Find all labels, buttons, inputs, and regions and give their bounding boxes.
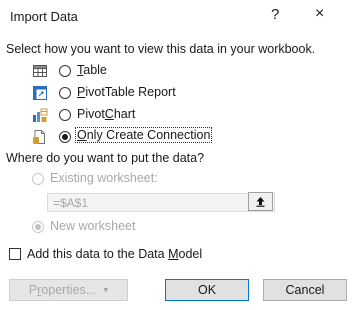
existing-worksheet-label: Existing worksheet:	[50, 171, 158, 185]
properties-post: operties...	[41, 283, 97, 297]
option-table-post: able	[83, 63, 107, 77]
option-pivottable-post: ivotTable Report	[85, 85, 176, 99]
table-icon	[32, 63, 48, 79]
data-model-accel: M	[168, 247, 179, 261]
radio-existing-worksheet[interactable]	[32, 173, 44, 185]
data-model-pre: Add this data to the Data	[27, 247, 169, 261]
chevron-down-icon: ▾	[103, 284, 109, 296]
import-data-dialog: Import Data ? × Select how you want to v…	[0, 0, 356, 310]
option-pivotchart-pre: Pivot	[77, 107, 105, 121]
dialog-title: Import Data	[10, 9, 78, 24]
radio-new-worksheet[interactable]	[32, 221, 44, 233]
pivottable-icon	[32, 85, 48, 101]
option-pivotchart-post: hart	[113, 107, 136, 121]
upload-arrow-icon	[256, 197, 265, 207]
cancel-button[interactable]: Cancel	[263, 279, 347, 301]
data-model-post: odel	[178, 247, 203, 261]
properties-pre: P	[28, 283, 38, 297]
option-connection-post: nly Create Connection	[86, 128, 211, 142]
radio-table[interactable]	[59, 65, 71, 77]
location-prompt: Where do you want to put the data?	[6, 151, 205, 165]
help-icon[interactable]: ?	[271, 6, 279, 23]
close-icon[interactable]: ×	[315, 5, 324, 23]
radio-only-create-connection[interactable]	[59, 131, 71, 143]
ok-button[interactable]: OK	[165, 279, 249, 301]
option-table-label[interactable]: Table	[77, 63, 107, 77]
option-pivotchart-label[interactable]: PivotChart	[77, 107, 135, 121]
option-connection-accel: O	[77, 128, 87, 142]
radio-pivotchart[interactable]	[59, 109, 71, 121]
pivotchart-icon	[32, 107, 48, 123]
new-worksheet-label: New worksheet	[50, 219, 136, 233]
radio-pivottable[interactable]	[59, 87, 71, 99]
option-only-create-connection-label[interactable]: Only Create Connection	[74, 127, 213, 143]
view-prompt: Select how you want to view this data in…	[6, 42, 316, 56]
option-pivotchart-accel: C	[104, 107, 114, 121]
cell-reference-input[interactable]: =$A$1	[47, 193, 275, 212]
properties-button[interactable]: Pr operties... ▾	[9, 279, 128, 301]
data-model-checkbox[interactable]	[9, 248, 21, 260]
collapse-dialog-button[interactable]	[248, 192, 273, 211]
connection-icon	[32, 129, 48, 145]
option-pivottable-label[interactable]: PivotTable Report	[77, 85, 176, 99]
focus-outline: Only Create Connection	[74, 127, 213, 143]
data-model-label[interactable]: Add this data to the Data Model	[27, 247, 202, 261]
